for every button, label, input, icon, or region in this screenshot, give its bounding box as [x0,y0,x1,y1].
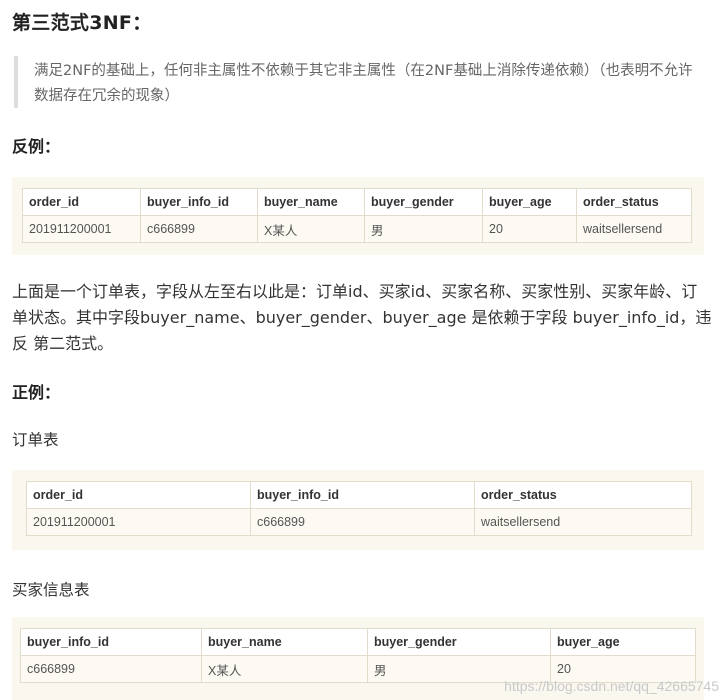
negative-example-heading: 反例： [12,137,61,156]
table-cell: waitsellersend [474,508,692,536]
table-header-cell: buyer_name [201,628,368,656]
watermark-text: https://blog.csdn.net/qq_42665745 [504,678,719,694]
section-title: 第三范式3NF： [12,12,152,34]
table-cell: 男 [364,215,483,243]
table-cell: 201911200001 [26,508,251,536]
table-cell: c666899 [140,215,258,243]
table-cell: c666899 [250,508,475,536]
order-table: order_id buyer_info_id order_status 2019… [26,481,692,536]
table-header-cell: buyer_info_id [250,481,475,509]
table-header-cell: buyer_age [482,188,577,216]
table-header-cell: buyer_age [550,628,696,656]
table-row: 201911200001 c666899 waitsellersend [26,508,692,536]
table-header-cell: buyer_gender [364,188,483,216]
table-cell: X某人 [201,655,368,683]
table-header-row: order_id buyer_info_id buyer_name buyer_… [22,188,692,216]
table-cell: 20 [482,215,577,243]
table-cell: 201911200001 [22,215,141,243]
table-header-cell: buyer_info_id [20,628,202,656]
table-cell: c666899 [20,655,202,683]
positive-example-heading: 正例： [12,383,61,402]
table-header-cell: buyer_name [257,188,365,216]
table-header-cell: buyer_gender [367,628,551,656]
table-cell: X某人 [257,215,365,243]
table-header-cell: order_status [576,188,692,216]
order-table-label: 订单表 [12,431,59,449]
definition-quote: 满足2NF的基础上，任何非主属性不依赖于其它非主属性（在2NF基础上消除传递依赖… [14,56,710,108]
table-header-cell: order_status [474,481,692,509]
denormalized-order-table: order_id buyer_info_id buyer_name buyer_… [22,188,692,243]
buyer-info-table: buyer_info_id buyer_name buyer_gender bu… [20,628,696,683]
table-cell: waitsellersend [576,215,692,243]
table-row: 201911200001 c666899 X某人 男 20 waitseller… [22,215,692,243]
table-header-row: buyer_info_id buyer_name buyer_gender bu… [20,628,696,656]
buyer-info-table-label: 买家信息表 [12,581,90,599]
table-header-row: order_id buyer_info_id order_status [26,481,692,509]
table-header-cell: order_id [22,188,141,216]
explanation-paragraph: 上面是一个订单表，字段从左至右以此是：订单id、买家id、买家名称、买家性别、买… [12,282,712,353]
table-header-cell: buyer_info_id [140,188,258,216]
table-header-cell: order_id [26,481,251,509]
